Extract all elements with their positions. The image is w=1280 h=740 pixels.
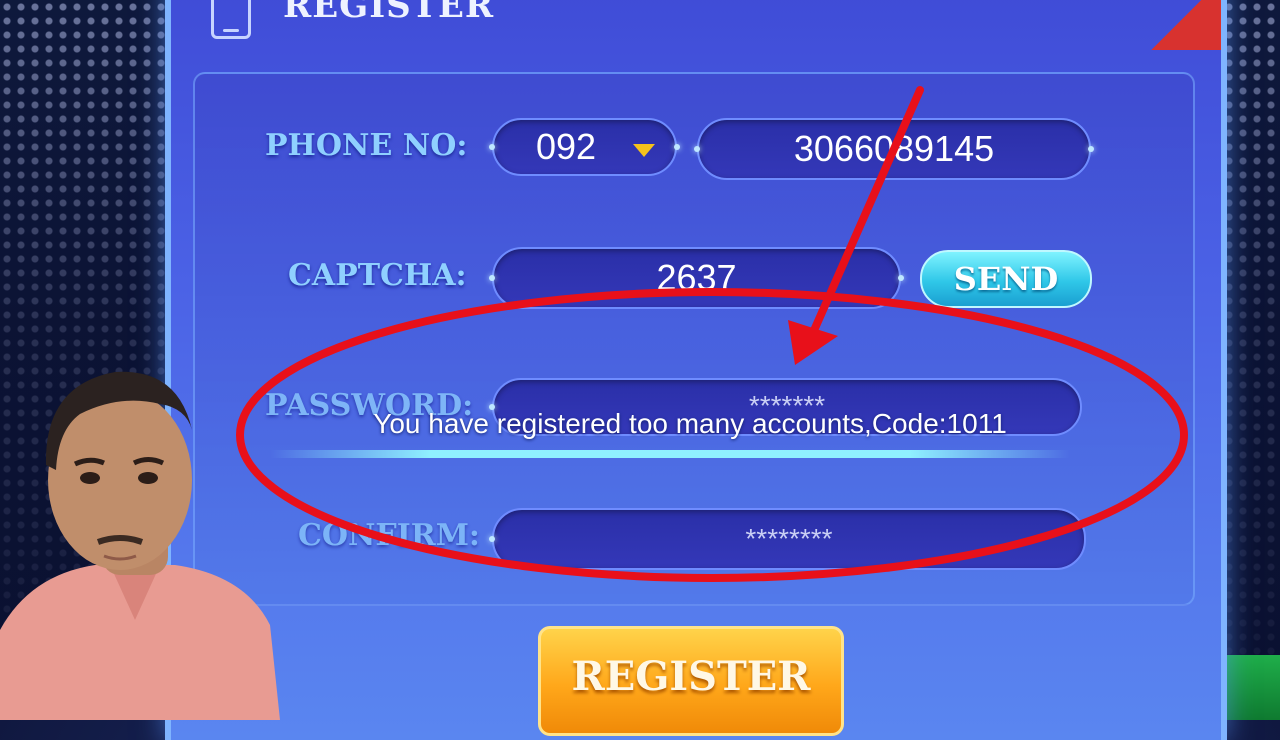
highlight-ellipse <box>236 288 1188 582</box>
presenter-photo <box>0 371 280 720</box>
